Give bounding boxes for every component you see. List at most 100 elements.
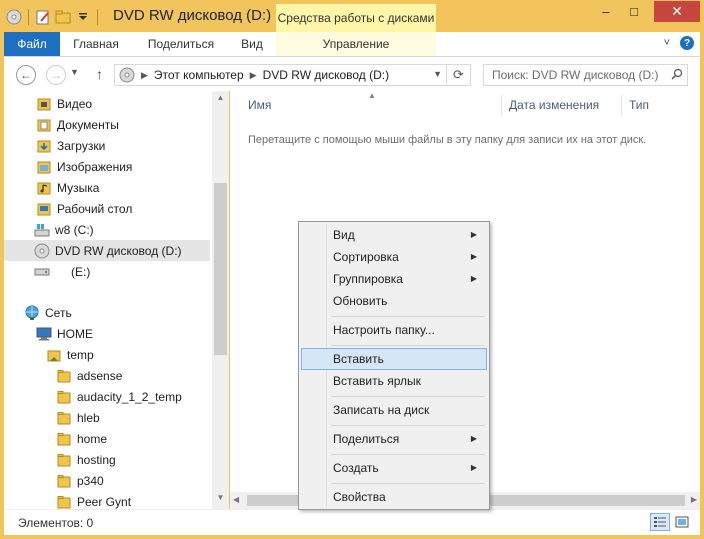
menu-item-label: Настроить папку... (333, 323, 435, 337)
scrollbar-thumb[interactable] (214, 183, 227, 355)
nav-item-label: hleb (77, 410, 100, 425)
breadcrumb-this-pc[interactable]: Этот компьютер (154, 68, 244, 82)
scroll-down-arrow-icon[interactable]: ▼ (212, 493, 229, 505)
breadcrumb-chevron-icon[interactable]: ▶ (141, 70, 148, 81)
menu-separator (331, 454, 485, 455)
menu-item-sort[interactable]: Сортировка ▶ (301, 246, 487, 268)
submenu-arrow-icon: ▶ (470, 274, 477, 283)
scroll-right-arrow-icon[interactable]: ▶ (691, 495, 697, 504)
menu-item-group[interactable]: Группировка ▶ (301, 268, 487, 290)
menu-item-refresh[interactable]: Обновить (301, 290, 487, 312)
breadcrumb-chevron-icon[interactable]: ▶ (250, 70, 257, 81)
menu-item-share[interactable]: Поделиться ▶ (301, 428, 487, 450)
nav-item-label: Музыка (57, 180, 100, 195)
minimize-button[interactable]: – (592, 1, 620, 22)
nav-item-adsense[interactable]: adsense (4, 365, 210, 386)
nav-item-drive-e[interactable]: (E:) (4, 261, 210, 282)
removable-drive-icon (34, 264, 50, 280)
sort-ascending-icon: ▲ (368, 91, 376, 100)
nav-item-video[interactable]: Видео (4, 93, 210, 114)
nav-item-label: Видео (57, 96, 93, 111)
tab-manage[interactable]: Управление (276, 32, 436, 56)
navigation-bar: ← → ▼ ↑ ▶ Этот компьютер ▶ DVD RW дисков… (4, 57, 700, 91)
nav-item-pictures[interactable]: Изображения (4, 156, 210, 177)
nav-item-network[interactable]: Сеть (4, 302, 210, 323)
nav-item-hosting[interactable]: hosting (4, 449, 210, 470)
nav-pane-scrollbar[interactable]: ▲ ▼ (212, 91, 229, 509)
column-divider[interactable] (621, 95, 622, 115)
menu-separator (331, 425, 485, 426)
menu-item-paste-shortcut[interactable]: Вставить ярлык (301, 370, 487, 392)
nav-item-music[interactable]: Музыка (4, 177, 210, 198)
address-bar[interactable]: ▶ Этот компьютер ▶ DVD RW дисковод (D:) … (114, 64, 447, 86)
nav-item-label: Peer Gynt (77, 494, 132, 509)
refresh-button[interactable]: ⟳ (447, 64, 471, 86)
column-header-date-modified[interactable]: Дата изменения (509, 98, 599, 112)
new-folder-icon[interactable] (55, 9, 71, 25)
network-icon (24, 305, 40, 321)
menu-item-view[interactable]: Вид ▶ (301, 224, 487, 246)
nav-item-label: (E:) (71, 264, 91, 279)
nav-item-drive-c[interactable]: w8 (C:) (4, 219, 210, 240)
menu-item-new[interactable]: Создать ▶ (301, 457, 487, 479)
column-divider[interactable] (501, 95, 502, 115)
column-header-name[interactable]: Имя (248, 98, 271, 112)
menu-item-burn-to-disc[interactable]: Записать на диск (301, 399, 487, 421)
menu-item-label: Записать на диск (333, 403, 430, 417)
ribbon-controls: ˅ ? (664, 36, 694, 50)
menu-item-paste[interactable]: Вставить (301, 348, 487, 370)
folder-icon (56, 494, 72, 510)
maximize-button[interactable]: □ (620, 1, 648, 22)
expand-ribbon-button[interactable]: ˅ (664, 37, 670, 49)
nav-item-p340[interactable]: p340 (4, 470, 210, 491)
nav-item-desktop[interactable]: Рабочий стол (4, 198, 210, 219)
nav-item-label: w8 (C:) (55, 222, 94, 237)
breadcrumb-dvd-drive[interactable]: DVD RW дисковод (D:) (263, 68, 390, 82)
up-arrow-icon[interactable]: ↑ (96, 66, 103, 82)
nav-item-hleb[interactable]: hleb (4, 407, 210, 428)
tab-home[interactable]: Главная (66, 32, 126, 56)
nav-item-label: temp (67, 347, 94, 362)
menu-separator (331, 345, 485, 346)
nav-item-label: Изображения (57, 159, 133, 174)
folder-icon (56, 431, 72, 447)
customize-toolbar-icon[interactable] (75, 9, 91, 25)
address-dropdown-icon[interactable]: ▼ (433, 69, 442, 79)
nav-item-home-folder[interactable]: home (4, 428, 210, 449)
close-button[interactable]: ✕ (654, 1, 700, 22)
nav-item-audacity[interactable]: audacity_1_2_temp (4, 386, 210, 407)
large-icons-view-icon[interactable] (672, 513, 692, 531)
scroll-up-arrow-icon[interactable]: ▲ (212, 93, 229, 105)
menu-item-label: Вставить ярлык (333, 374, 421, 388)
nav-item-dvd-drive[interactable]: DVD RW дисковод (D:) (4, 240, 210, 261)
explorer-window: DVD RW дисковод (D:) Средства работы с д… (0, 0, 704, 539)
recent-locations-chevron-icon[interactable]: ▼ (70, 67, 79, 77)
properties-icon[interactable] (35, 9, 51, 25)
menu-separator (331, 483, 485, 484)
menu-item-customize-folder[interactable]: Настроить папку... (301, 319, 487, 341)
empty-folder-message: Перетащите с помощью мыши файлы в эту па… (248, 134, 647, 146)
column-header-type[interactable]: Тип (629, 98, 649, 112)
menu-separator (331, 316, 485, 317)
nav-item-label: audacity_1_2_temp (77, 389, 182, 404)
search-icon[interactable] (667, 68, 687, 83)
menu-item-properties[interactable]: Свойства (301, 486, 487, 508)
nav-item-temp[interactable]: temp (4, 344, 210, 365)
search-placeholder: Поиск: DVD RW дисковод (D:) (492, 68, 659, 82)
details-view-icon[interactable] (650, 513, 670, 531)
menu-item-label: Вставить (333, 352, 384, 366)
nav-item-documents[interactable]: Документы (4, 114, 210, 135)
forward-button[interactable]: → (46, 65, 66, 85)
dvd-drive-icon[interactable] (6, 9, 22, 25)
back-button[interactable]: ← (16, 65, 36, 85)
nav-item-home[interactable]: HOME (4, 323, 210, 344)
nav-item-downloads[interactable]: Загрузки (4, 135, 210, 156)
help-icon[interactable]: ? (680, 36, 694, 50)
menu-item-label: Обновить (333, 294, 388, 308)
tab-view[interactable]: Вид (228, 32, 276, 56)
tab-file[interactable]: Файл (4, 32, 60, 56)
scroll-left-arrow-icon[interactable]: ◀ (233, 495, 239, 504)
tab-share[interactable]: Поделиться (136, 32, 226, 56)
search-input[interactable]: Поиск: DVD RW дисковод (D:) (483, 64, 688, 86)
folder-icon (56, 410, 72, 426)
